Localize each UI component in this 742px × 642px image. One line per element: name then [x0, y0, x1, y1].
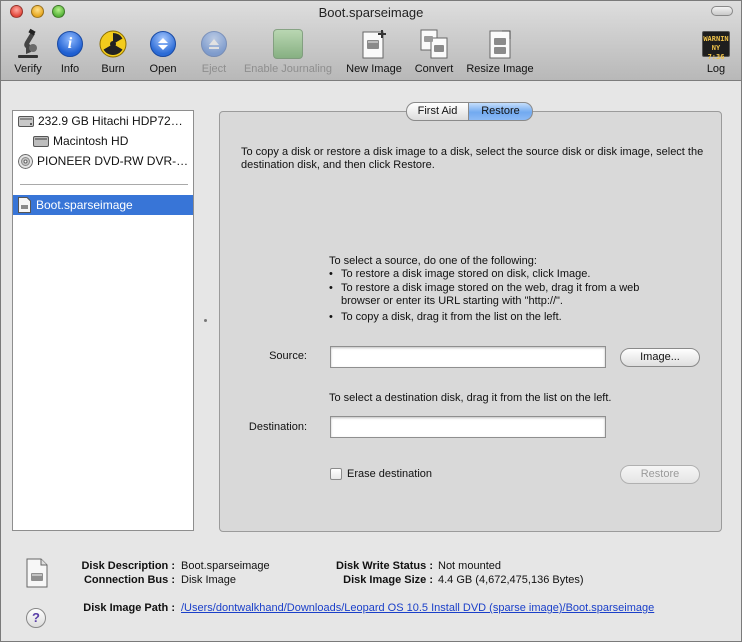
convert-button[interactable]: Convert: [411, 27, 457, 75]
disk-image-icon: [18, 197, 31, 213]
disk-image-size-value: 4.4 GB (4,672,475,136 Bytes): [438, 574, 584, 586]
log-icon-line-1: WARNIN: [703, 35, 729, 43]
sidebar-item-pioneer-drive[interactable]: PIONEER DVD-RW DVR-…: [13, 151, 193, 171]
bullet-text-continued: browser or enter its URL starting with "…: [341, 295, 563, 307]
eject-label: Eject: [201, 63, 227, 75]
new-image-label: New Image: [346, 63, 402, 75]
source-bullet-copy-disk: • To copy a disk, drag it from the list o…: [329, 311, 562, 323]
source-bullet-web: • To restore a disk image stored on the w…: [329, 282, 709, 308]
source-instructions-heading: To select a source, do one of the follow…: [329, 255, 537, 267]
window-title: Boot.sparseimage: [318, 5, 424, 20]
disk-write-status-label: Disk Write Status :: [336, 560, 433, 572]
restore-instruction: To copy a disk or restore a disk image t…: [241, 146, 704, 171]
convert-icon: [411, 27, 457, 61]
volume-icon: [33, 135, 49, 147]
resize-image-label: Resize Image: [466, 63, 534, 75]
disk-image-large-icon: [26, 558, 48, 588]
sidebar-divider: [20, 184, 188, 185]
toolbar: Boot.sparseimage Verify i Info Burn Open…: [1, 1, 741, 81]
new-image-icon: [343, 27, 405, 61]
radiation-icon: [98, 27, 128, 61]
source-label: Source:: [269, 350, 307, 362]
log-icon-line-2: NY 7:36: [707, 44, 725, 61]
open-button[interactable]: Open: [146, 27, 180, 75]
disk-list-sidebar[interactable]: 232.9 GB Hitachi HDP72… Macintosh HD PIO…: [12, 110, 194, 531]
bullet-text: To restore a disk image stored on disk, …: [341, 268, 591, 280]
eject-button[interactable]: Eject: [198, 27, 230, 75]
bullet-text: To restore a disk image stored on the we…: [341, 282, 640, 294]
disk-description-label: Disk Description :: [81, 560, 175, 572]
bullet-text: To copy a disk, drag it from the list on…: [341, 311, 562, 323]
disk-image-path-label: Disk Image Path :: [83, 602, 175, 614]
erase-destination-label[interactable]: Erase destination: [347, 468, 432, 481]
sidebar-item-boot-sparseimage[interactable]: Boot.sparseimage: [13, 195, 193, 215]
eject-icon: [198, 27, 230, 61]
connection-bus-label: Connection Bus :: [83, 574, 175, 586]
sidebar-item-hitachi-drive[interactable]: 232.9 GB Hitachi HDP72…: [13, 111, 193, 131]
log-icon: WARNIN NY 7:36: [700, 27, 732, 61]
connection-bus-value: Disk Image: [181, 574, 237, 586]
journal-icon: [240, 27, 336, 61]
optical-drive-icon: [18, 153, 33, 169]
resize-image-button[interactable]: Resize Image: [464, 27, 536, 75]
sidebar-item-label: 232.9 GB Hitachi HDP72…: [38, 114, 183, 128]
convert-label: Convert: [414, 63, 454, 75]
source-field[interactable]: [330, 346, 606, 368]
disk-description-value: Boot.sparseimage: [181, 560, 270, 572]
destination-field[interactable]: [330, 416, 606, 438]
disk-write-status-value: Not mounted: [438, 560, 501, 572]
log-button[interactable]: WARNIN NY 7:36 Log: [700, 27, 732, 75]
help-button[interactable]: ?: [26, 608, 46, 628]
sidebar-item-macintosh-hd[interactable]: Macintosh HD: [13, 131, 193, 151]
toolbar-toggle-button[interactable]: [711, 6, 733, 16]
burn-label: Burn: [101, 63, 125, 75]
resize-image-icon: [464, 27, 536, 61]
sidebar-item-label: Boot.sparseimage: [36, 198, 133, 212]
sidebar-item-label: Macintosh HD: [53, 134, 129, 148]
hard-drive-icon: [18, 115, 34, 127]
destination-label: Destination:: [248, 421, 307, 433]
tab-restore[interactable]: Restore: [469, 102, 533, 121]
info-button[interactable]: i Info: [56, 27, 84, 75]
enable-journaling-label: Enable Journaling: [243, 63, 333, 75]
split-view-handle[interactable]: [204, 319, 207, 322]
destination-hint: To select a destination disk, drag it fr…: [329, 392, 612, 404]
disk-utility-window: Boot.sparseimage Verify i Info Burn Open…: [0, 0, 742, 642]
microscope-icon: [10, 27, 46, 61]
burn-button[interactable]: Burn: [98, 27, 128, 75]
restore-button[interactable]: Restore: [620, 465, 700, 484]
new-image-button[interactable]: New Image: [343, 27, 405, 75]
verify-button[interactable]: Verify: [10, 27, 46, 75]
disk-image-path-link[interactable]: /Users/dontwalkhand/Downloads/Leopard OS…: [181, 602, 654, 614]
info-label: Info: [60, 63, 80, 75]
sidebar-item-label: PIONEER DVD-RW DVR-…: [37, 154, 189, 168]
open-icon: [146, 27, 180, 61]
log-label: Log: [706, 63, 726, 75]
disk-image-size-label: Disk Image Size :: [343, 574, 433, 586]
image-button[interactable]: Image...: [620, 348, 700, 367]
tab-first-aid[interactable]: First Aid: [406, 102, 469, 121]
erase-destination-checkbox[interactable]: [330, 468, 342, 480]
open-label: Open: [149, 63, 177, 75]
enable-journaling-button[interactable]: Enable Journaling: [240, 27, 336, 75]
tab-bar: First Aid Restore: [406, 102, 533, 121]
info-icon: i: [56, 27, 84, 61]
verify-label: Verify: [14, 63, 42, 75]
source-bullet-image: • To restore a disk image stored on disk,…: [329, 268, 591, 280]
